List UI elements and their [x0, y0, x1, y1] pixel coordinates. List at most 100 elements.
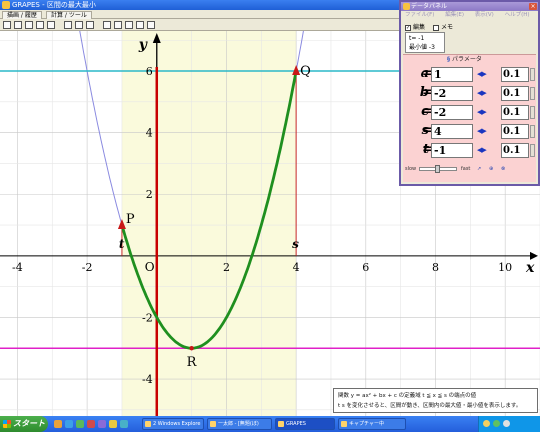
quicklaunch-icon[interactable]: [98, 420, 106, 428]
param-step-input[interactable]: 0.1: [501, 124, 529, 139]
param-row-t: t = -1 ◀▶ 0.1: [403, 141, 536, 159]
tab-calc-tools[interactable]: 計算 / ツール: [46, 11, 92, 19]
quicklaunch-icon[interactable]: [109, 420, 117, 428]
data-panel-menubar: ファイル(F) 編集(E) 表示(V) ヘルプ(H): [401, 11, 538, 20]
param-arrows-icon[interactable]: ◀▶: [477, 89, 487, 97]
tray-icon[interactable]: [483, 420, 490, 427]
close-icon[interactable]: ×: [529, 3, 537, 10]
zoom-out-tool-icon[interactable]: [25, 21, 33, 29]
y-tick-label: -4: [142, 373, 153, 386]
step-spinner[interactable]: [530, 87, 535, 100]
grapes-app-icon: [2, 1, 10, 9]
description-line-1: 関数 y = ax² + bx + c の定義域 t ≦ x ≦ s の端点の値: [338, 393, 477, 399]
param-row-b: b = -2 ◀▶ 0.1: [403, 84, 536, 102]
panel-checkbox-row: ✓ 編集 メモ: [405, 22, 459, 31]
pan-down-tool-icon[interactable]: [86, 21, 94, 29]
data-panel-titlebar[interactable]: データパネル ×: [401, 2, 538, 11]
scale-xy-tool-icon[interactable]: [125, 21, 133, 29]
parameter-header-label: パラメータ: [452, 56, 482, 63]
edit-checkbox-item[interactable]: ✓ 編集: [405, 22, 425, 31]
point-r-label: R: [187, 355, 198, 370]
scale-y-tool-icon[interactable]: [114, 21, 122, 29]
checkbox-checked-icon[interactable]: ✓: [405, 24, 411, 31]
capture-icon: [341, 421, 347, 427]
task-ichitaro[interactable]: 一太郎 - [無題(ぼ): [207, 418, 272, 430]
interval-band: [121, 31, 297, 416]
memo-checkbox-item[interactable]: メモ: [432, 22, 453, 31]
description-line-2: t s を変化させると、区間が動き、区間内の最大値・最小値を表示します。: [338, 403, 522, 409]
param-step-input[interactable]: 0.1: [501, 105, 529, 120]
status-t-value: t= -1: [409, 35, 425, 42]
animate-icon[interactable]: ↗: [477, 163, 481, 175]
start-button[interactable]: スタート: [0, 416, 48, 432]
param-value-input[interactable]: -1: [431, 143, 473, 158]
task-label: キャプチャー中: [349, 421, 384, 427]
tray-icon[interactable]: [503, 420, 510, 427]
menu-help[interactable]: ヘルプ(H): [505, 12, 530, 18]
param-step-input[interactable]: 0.1: [501, 67, 529, 82]
x-tick-label: 10: [498, 261, 512, 274]
step-spinner[interactable]: [530, 125, 535, 138]
step-spinner[interactable]: [530, 68, 535, 81]
parameter-header: § パラメータ: [447, 55, 482, 64]
quicklaunch-icon[interactable]: [76, 420, 84, 428]
param-arrows-icon[interactable]: ◀▶: [477, 146, 487, 154]
point-p-label: P: [126, 212, 135, 227]
zoom-fit-tool-icon[interactable]: [36, 21, 44, 29]
speed-slider-knob[interactable]: [435, 165, 440, 173]
scale-x-tool-icon[interactable]: [103, 21, 111, 29]
edit-checkbox-label: 編集: [413, 24, 426, 31]
step-spinner[interactable]: [530, 106, 535, 119]
x-tick-label: -4: [12, 261, 23, 274]
param-value-input[interactable]: 4: [431, 124, 473, 139]
param-step-input[interactable]: 0.1: [501, 86, 529, 101]
point-r-marker[interactable]: [189, 346, 194, 351]
param-arrows-icon[interactable]: ◀▶: [477, 127, 487, 135]
task-explorer[interactable]: 2 Windows Explore: [142, 418, 204, 430]
menu-file[interactable]: ファイル(F): [405, 12, 434, 18]
param-value-input[interactable]: -2: [431, 105, 473, 120]
task-label: 2 Windows Explore: [153, 421, 201, 427]
quicklaunch-icon[interactable]: [87, 420, 95, 428]
data-panel-title: データパネル: [411, 3, 448, 10]
zoom-in-tool-icon[interactable]: [14, 21, 22, 29]
param-arrows-icon[interactable]: ◀▶: [477, 70, 487, 78]
tray-icon[interactable]: [493, 420, 500, 427]
param-value-input[interactable]: -2: [431, 86, 473, 101]
windows-logo-icon: [3, 420, 11, 428]
param-arrows-icon[interactable]: ◀▶: [477, 108, 487, 116]
folder-icon: [145, 421, 151, 427]
options-icon[interactable]: ⊗: [501, 163, 505, 175]
pan-left-tool-icon[interactable]: [64, 21, 72, 29]
param-step-input[interactable]: 0.1: [501, 143, 529, 158]
scale-fit-tool-icon[interactable]: [147, 21, 155, 29]
data-panel-window: データパネル × ファイル(F) 編集(E) 表示(V) ヘルプ(H) ✓ 編集 …: [399, 0, 540, 186]
y-tick-label: -2: [142, 311, 153, 324]
document-icon: [210, 421, 216, 427]
main-window-title: GRAPES - 区間の最大最小: [12, 1, 96, 9]
step-spinner[interactable]: [530, 144, 535, 157]
scale-reset-tool-icon[interactable]: [136, 21, 144, 29]
trace-icon[interactable]: ⊕: [489, 163, 493, 175]
param-value-input[interactable]: 1: [431, 67, 473, 82]
quicklaunch-icon[interactable]: [65, 420, 73, 428]
grid-tool-icon[interactable]: [47, 21, 55, 29]
task-grapes[interactable]: GRAPES: [275, 418, 335, 430]
system-tray[interactable]: [478, 416, 540, 432]
tab-draw-history[interactable]: 描画 / 履歴: [2, 11, 42, 19]
task-capture[interactable]: キャプチャー中: [338, 418, 406, 430]
pan-up-tool-icon[interactable]: [75, 21, 83, 29]
main-window-titlebar[interactable]: GRAPES - 区間の最大最小: [0, 0, 400, 10]
menu-view[interactable]: 表示(V): [475, 12, 494, 18]
x-tick-label: -2: [82, 261, 93, 274]
parameter-icon: §: [447, 56, 450, 63]
t-endpoint-label: t: [119, 237, 125, 251]
checkbox-unchecked-icon[interactable]: [432, 24, 439, 31]
select-tool-icon[interactable]: [3, 21, 11, 29]
point-q-label: Q: [300, 64, 311, 79]
x-axis-label: x: [525, 260, 535, 276]
param-row-c: c = -2 ◀▶ 0.1: [403, 103, 536, 121]
quicklaunch-icon[interactable]: [120, 420, 128, 428]
menu-edit[interactable]: 編集(E): [445, 12, 464, 18]
quicklaunch-icon[interactable]: [54, 420, 62, 428]
